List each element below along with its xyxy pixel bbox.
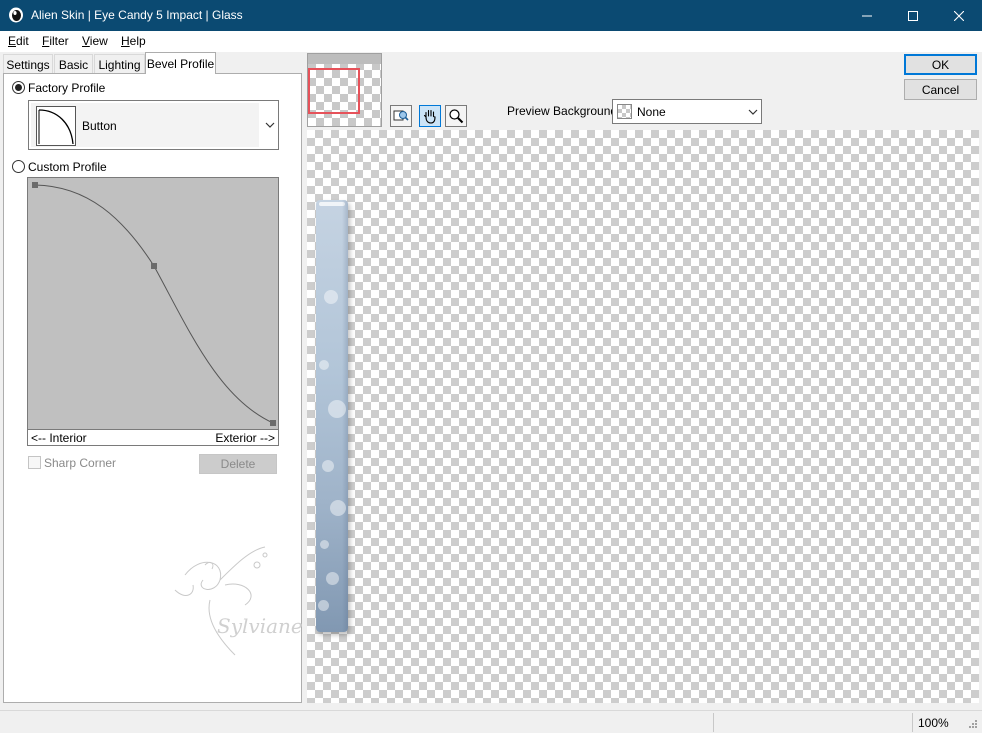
status-bar: 100%: [0, 710, 982, 733]
profile-curve-thumbnail-icon: [38, 109, 74, 145]
menu-view-mnemonic: V: [82, 34, 90, 48]
tab-lighting[interactable]: Lighting: [94, 54, 145, 74]
navigator-view-frame[interactable]: [308, 68, 360, 114]
bokeh-spot: [318, 600, 329, 611]
bokeh-spot: [319, 360, 329, 370]
alien-skin-logo-icon: [9, 7, 23, 23]
curve-point-handle[interactable]: [151, 263, 157, 269]
tab-basic[interactable]: Basic: [54, 54, 93, 74]
menu-help-mnemonic: H: [121, 34, 130, 48]
radio-selected-dot: [15, 84, 22, 91]
curve-point-handle[interactable]: [32, 182, 38, 188]
tab-settings[interactable]: Settings: [3, 54, 53, 74]
cancel-button[interactable]: Cancel: [904, 79, 977, 100]
delete-button[interactable]: Delete: [199, 454, 277, 474]
status-separator: [912, 713, 913, 732]
ok-button[interactable]: OK: [904, 54, 977, 75]
tab-bevel-profile-label: Bevel Profile: [146, 56, 215, 71]
minimize-icon: [862, 15, 872, 16]
factory-profile-label: Factory Profile: [28, 81, 106, 95]
custom-profile-label: Custom Profile: [28, 160, 107, 174]
profile-name: Button: [82, 119, 117, 133]
maximize-button[interactable]: [890, 0, 936, 31]
menu-edit[interactable]: Edit: [8, 34, 29, 48]
magnifier-icon: [449, 109, 464, 124]
hand-tool-button[interactable]: [419, 105, 441, 127]
sharp-corner-checkbox[interactable]: [28, 456, 41, 469]
bevel-curve-editor[interactable]: <-- Interior Exterior -->: [27, 177, 279, 446]
glass-edge-shade: [342, 200, 348, 632]
exterior-label: Exterior -->: [215, 431, 275, 445]
menu-view[interactable]: View: [82, 34, 108, 48]
navigator-thumbnail[interactable]: [307, 53, 382, 127]
maximize-icon: [908, 10, 918, 21]
button-profile-thumbnail: [36, 106, 76, 146]
window-title: Alien Skin | Eye Candy 5 Impact | Glass: [31, 8, 243, 22]
tab-settings-label: Settings: [6, 57, 50, 72]
tab-lighting-label: Lighting: [98, 57, 141, 72]
bokeh-spot: [322, 460, 334, 472]
menu-filter-label: ilter: [49, 34, 69, 48]
interior-label: <-- Interior: [31, 431, 87, 445]
dropdown-selected-value: Button: [31, 103, 259, 147]
delete-button-label: Delete: [220, 457, 256, 471]
menu-help[interactable]: Help: [121, 34, 146, 48]
zoom-preview-icon: [393, 110, 409, 121]
zoom-level: 100%: [918, 716, 949, 730]
sylviane-watermark-icon: Sylviane: [174, 546, 303, 656]
preview-background-label: Preview Background:: [507, 104, 621, 118]
preview-background-dropdown[interactable]: None: [612, 99, 762, 124]
bokeh-spot: [326, 572, 339, 585]
menu-edit-label: dit: [16, 34, 29, 48]
tab-basic-label: Basic: [58, 57, 89, 72]
bokeh-spot: [324, 290, 338, 304]
preview-background-value: None: [637, 105, 666, 119]
sharp-corner-label: Sharp Corner: [44, 456, 117, 470]
menu-help-label: elp: [129, 34, 146, 48]
hand-icon: [423, 109, 436, 124]
bokeh-spot: [330, 500, 346, 516]
bokeh-spot: [328, 400, 346, 418]
curve-point-handle[interactable]: [270, 420, 276, 426]
chevron-down-icon: [748, 109, 758, 115]
menu-filter[interactable]: Filter: [42, 34, 69, 48]
factory-profile-radio[interactable]: [12, 81, 25, 94]
title-bar: Alien Skin | Eye Candy 5 Impact | Glass: [0, 0, 982, 31]
navigator-top-strip: [308, 54, 381, 64]
close-button[interactable]: [936, 0, 982, 31]
transparent-swatch-icon: [617, 104, 632, 119]
bevel-curve: [32, 182, 276, 426]
menu-bar: Edit Filter View Help: [0, 31, 982, 52]
custom-profile-radio[interactable]: [12, 160, 25, 173]
minimize-button[interactable]: [844, 0, 890, 31]
chevron-down-icon: [265, 122, 275, 128]
glass-effect-preview: [316, 200, 348, 632]
curve-axis-labels: <-- Interior Exterior -->: [28, 429, 278, 445]
factory-profile-dropdown[interactable]: Button: [28, 100, 279, 150]
cancel-button-label: Cancel: [921, 82, 960, 97]
bokeh-spot: [320, 540, 329, 549]
menu-view-label: iew: [89, 34, 108, 48]
status-separator: [713, 713, 714, 732]
zoom-tool-button[interactable]: [445, 105, 467, 127]
zoom-preview-button[interactable]: [390, 105, 412, 127]
menu-edit-mnemonic: E: [8, 34, 17, 48]
resize-grip-icon[interactable]: [966, 719, 978, 731]
preview-canvas[interactable]: [307, 130, 979, 703]
ok-button-label: OK: [931, 57, 950, 72]
close-icon: [954, 10, 964, 21]
watermark-text: Sylviane: [217, 614, 303, 638]
tab-bevel-profile[interactable]: Bevel Profile: [145, 52, 216, 74]
